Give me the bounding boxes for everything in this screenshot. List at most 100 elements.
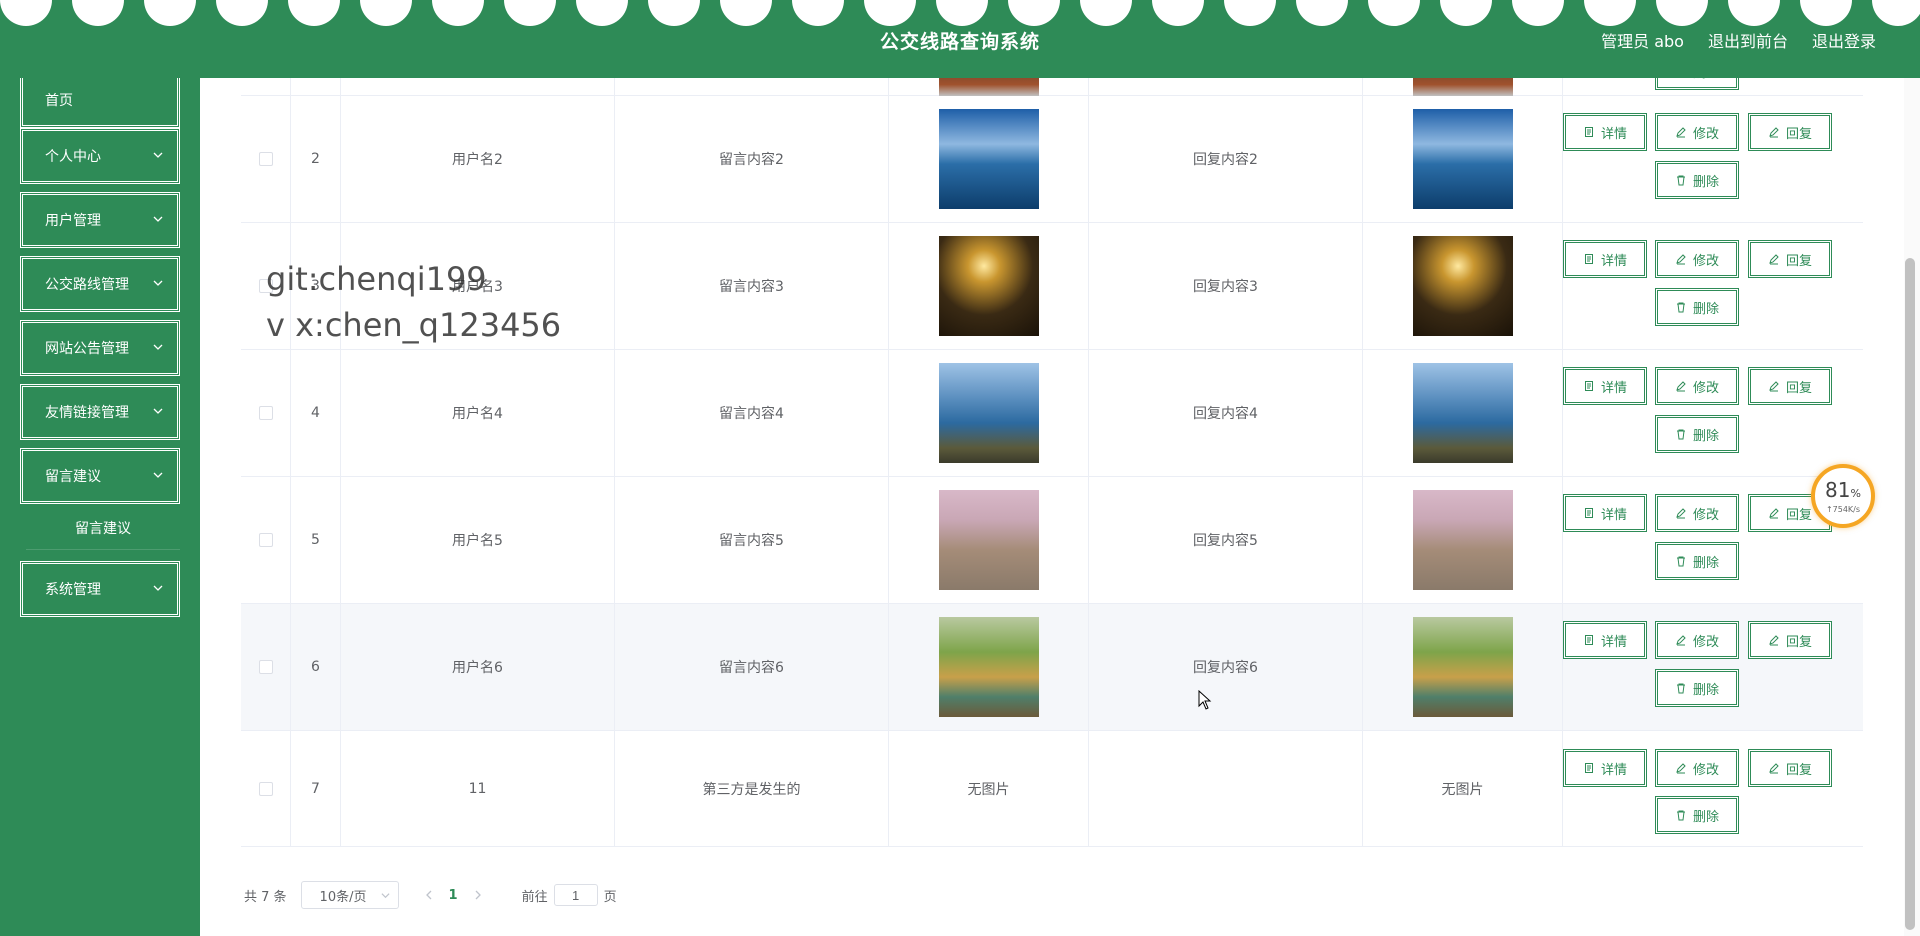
reply-image-cell xyxy=(1363,96,1563,222)
chevron-down-icon xyxy=(153,472,163,478)
logout-link[interactable]: 退出登录 xyxy=(1812,28,1876,52)
row-select-checkbox[interactable] xyxy=(258,279,273,293)
sidebar-item-announcement-management[interactable]: 网站公告管理 xyxy=(20,320,180,376)
reply-button[interactable]: 回复 xyxy=(1748,367,1832,405)
document-icon xyxy=(1584,508,1593,518)
sidebar-item-message-suggestion[interactable]: 留言建议 xyxy=(20,448,180,504)
message-image[interactable] xyxy=(938,490,1039,590)
header-scallop xyxy=(648,0,700,26)
reply-image-cell: 无图片 xyxy=(1363,731,1563,846)
reply-image[interactable] xyxy=(1412,363,1513,463)
chevron-down-icon xyxy=(153,344,163,350)
row-index: 7 xyxy=(291,731,341,846)
detail-button[interactable]: 详情 xyxy=(1563,240,1647,278)
vertical-scrollbar-thumb[interactable] xyxy=(1905,258,1915,930)
edit-button[interactable]: 修改 xyxy=(1655,367,1739,405)
header-scallop xyxy=(1152,0,1204,26)
sidebar-item-label: 系统管理 xyxy=(45,582,101,598)
reply-button[interactable]: 回复 xyxy=(1748,621,1832,659)
goto-suffix: 页 xyxy=(603,889,617,905)
edit-button[interactable]: 修改 xyxy=(1655,749,1739,787)
table-row: 3 用户名3 留言内容3 回复内容3 详情 修改 回复 删除 xyxy=(241,223,1863,350)
message-image[interactable] xyxy=(938,236,1039,336)
reply-image[interactable] xyxy=(1412,236,1513,336)
detail-button[interactable]: 详情 xyxy=(1563,367,1647,405)
header-scallop xyxy=(1656,0,1708,26)
edit-button[interactable]: 修改 xyxy=(1655,494,1739,532)
header-scallop xyxy=(1080,0,1132,26)
row-actions: 详情 修改 回复 删除 xyxy=(1563,350,1863,476)
header-scallop xyxy=(1800,0,1852,26)
page-size-select[interactable]: 10条/页 xyxy=(300,881,399,909)
header-scallop xyxy=(1728,0,1780,26)
header-scallop xyxy=(936,0,988,26)
reply-image[interactable] xyxy=(1412,490,1513,590)
delete-button-label: 删除 xyxy=(1692,428,1719,444)
network-speed-badge[interactable]: 81% ↑754K/s xyxy=(1811,464,1875,528)
goto-page-input[interactable] xyxy=(553,884,598,906)
sidebar-item-system-management[interactable]: 系统管理 xyxy=(20,561,180,617)
row-actions: 详情 修改 回复 删除 xyxy=(1563,731,1863,846)
delete-button[interactable]: 删除 xyxy=(1655,415,1739,453)
row-select-checkbox[interactable] xyxy=(258,781,273,796)
edit-button-label: 修改 xyxy=(1692,634,1719,650)
delete-button[interactable]: 删除 xyxy=(1655,542,1739,580)
reply-image[interactable] xyxy=(1412,109,1513,209)
edit-button[interactable]: 修改 xyxy=(1655,113,1739,151)
reply-cell: 回复内容6 xyxy=(1089,604,1363,730)
pagination: 共 7 条 10条/页 1 前往 页 xyxy=(244,881,617,909)
page-number-current[interactable]: 1 xyxy=(449,888,458,903)
trash-icon xyxy=(1676,683,1685,694)
sidebar-item-friend-links-management[interactable]: 友情链接管理 xyxy=(20,384,180,440)
trash-icon xyxy=(1676,302,1685,313)
row-select-checkbox[interactable] xyxy=(258,406,273,420)
detail-button-label: 详情 xyxy=(1600,380,1627,396)
detail-button[interactable]: 详情 xyxy=(1563,494,1647,532)
reply-button[interactable]: 回复 xyxy=(1748,749,1832,787)
reply-cell: 回复内容2 xyxy=(1089,96,1363,222)
edit-button-label: 修改 xyxy=(1692,762,1719,778)
reply-button[interactable]: 回复 xyxy=(1748,240,1832,278)
reply-image-empty-text: 无图片 xyxy=(1441,781,1484,798)
delete-button[interactable]: 删除 xyxy=(1655,288,1739,326)
row-index: 2 xyxy=(291,96,341,222)
admin-user-link[interactable]: 管理员 abo xyxy=(1601,28,1684,52)
reply-button[interactable]: 回复 xyxy=(1748,113,1832,151)
delete-button[interactable]: 删除 xyxy=(1655,796,1739,834)
detail-button[interactable]: 详情 xyxy=(1563,749,1647,787)
delete-button[interactable]: 删除 xyxy=(1655,161,1739,199)
row-select-checkbox[interactable] xyxy=(258,533,273,547)
sidebar-item-bus-route-management[interactable]: 公交路线管理 xyxy=(20,256,180,312)
reply-button-label: 回复 xyxy=(1785,126,1812,142)
next-page-button[interactable] xyxy=(470,887,486,903)
reply-image[interactable] xyxy=(1412,617,1513,717)
sidebar-item-home[interactable]: 首页 xyxy=(20,72,180,128)
delete-button[interactable]: 删除 xyxy=(1655,669,1739,707)
detail-button[interactable]: 详情 xyxy=(1563,621,1647,659)
sidebar-subitem-message-suggestion[interactable]: 留言建议 xyxy=(26,506,180,550)
sidebar-item-label: 留言建议 xyxy=(45,469,101,485)
row-index: 4 xyxy=(291,350,341,476)
trash-icon xyxy=(1676,429,1685,440)
document-icon xyxy=(1584,381,1593,391)
sidebar-item-personal-center[interactable]: 个人中心 xyxy=(20,128,180,184)
sidebar-item-user-management[interactable]: 用户管理 xyxy=(20,192,180,248)
edit-button[interactable]: 修改 xyxy=(1655,240,1739,278)
detail-button[interactable]: 详情 xyxy=(1563,113,1647,151)
message-image[interactable] xyxy=(938,617,1039,717)
row-select-checkbox[interactable] xyxy=(258,660,273,674)
prev-page-button[interactable] xyxy=(421,887,437,903)
message-cell: 留言内容2 xyxy=(615,96,889,222)
message-image[interactable] xyxy=(938,363,1039,463)
back-to-front-link[interactable]: 退出到前台 xyxy=(1708,28,1788,52)
edit-button[interactable]: 修改 xyxy=(1655,621,1739,659)
sidebar-item-label: 公交路线管理 xyxy=(45,277,129,293)
reply-cell: 回复内容3 xyxy=(1089,223,1363,349)
message-image[interactable] xyxy=(938,109,1039,209)
edit-button-label: 修改 xyxy=(1692,507,1719,523)
detail-button-label: 详情 xyxy=(1600,634,1627,650)
page-size-value: 10条/页 xyxy=(319,889,367,905)
row-select-checkbox[interactable] xyxy=(258,152,273,166)
header-scallop xyxy=(1296,0,1348,26)
delete-button-label: 删除 xyxy=(1692,555,1719,571)
